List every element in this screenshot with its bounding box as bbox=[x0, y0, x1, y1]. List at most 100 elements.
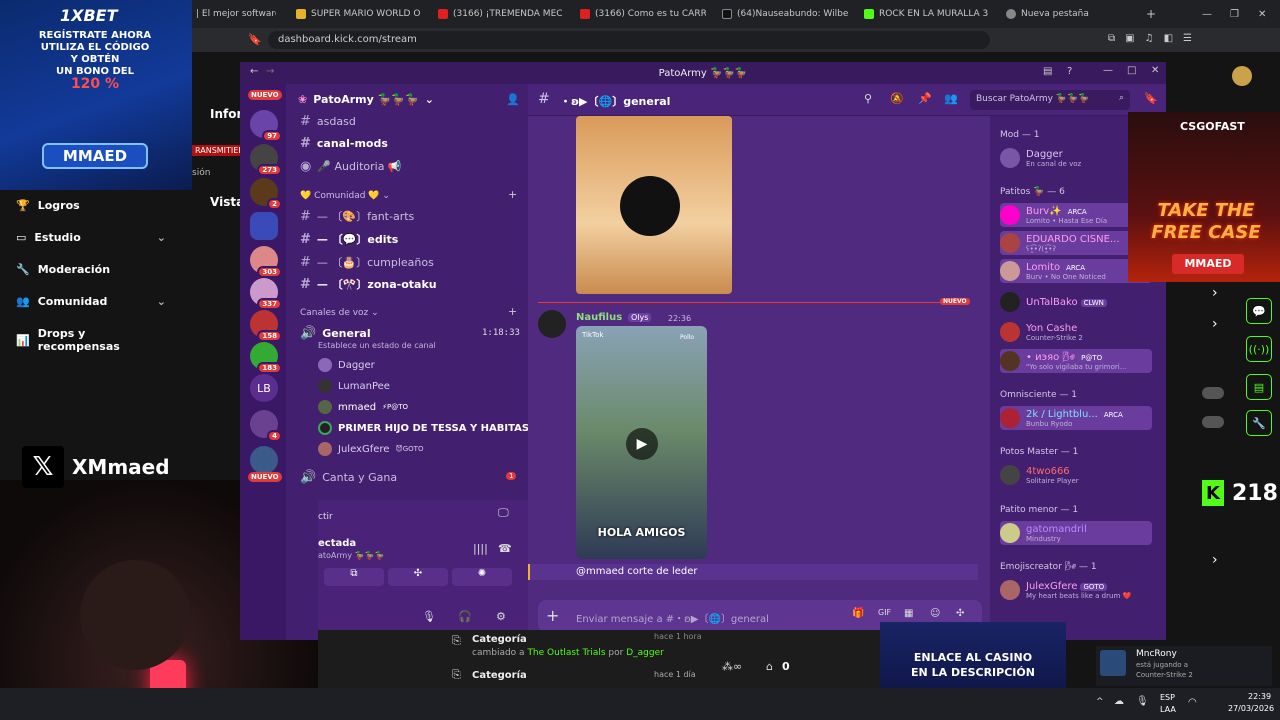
member-item[interactable]: UnTalBako CLWN bbox=[1000, 290, 1160, 314]
language-indicator[interactable]: ESP bbox=[1160, 693, 1175, 702]
category-voice[interactable]: Canales de voz ⌄ bbox=[300, 308, 379, 318]
settings-gear-icon[interactable]: ⚙ bbox=[496, 610, 506, 623]
member-item[interactable]: JulexGfere GOTO My heart beats like a drum… bbox=[1000, 578, 1160, 602]
voice-channel-canta[interactable]: 🔊 Canta y Gana bbox=[300, 470, 397, 485]
maximize-button[interactable]: □ bbox=[1127, 65, 1136, 76]
mute-icon[interactable]: 🔕 bbox=[890, 92, 904, 105]
browser-tab[interactable]: (64)Nauseabundo: Wilber Mc bbox=[722, 4, 848, 24]
author-avatar[interactable] bbox=[538, 310, 566, 338]
sticker-icon[interactable]: ▦ bbox=[904, 608, 913, 619]
server-icon[interactable]: 97 bbox=[250, 110, 282, 142]
wifi-icon[interactable]: ◠ bbox=[1188, 697, 1197, 708]
extensions-icon[interactable]: ⧉ bbox=[1108, 33, 1115, 44]
apps-icon[interactable]: ✣ bbox=[956, 608, 964, 619]
forward-arrow-icon[interactable]: → bbox=[266, 66, 274, 77]
server-icon[interactable]: 2 bbox=[250, 178, 282, 210]
broadcast-button[interactable]: ((·)) bbox=[1246, 336, 1272, 362]
channel-status[interactable]: Establece un estado de canal bbox=[318, 341, 436, 350]
play-button[interactable]: ▶ bbox=[626, 428, 658, 460]
screenshot-icon[interactable]: ▣ bbox=[1125, 33, 1134, 44]
maximize-button[interactable]: ❐ bbox=[1230, 4, 1239, 24]
gif-icon[interactable]: GIF bbox=[878, 608, 891, 617]
inbox-icon[interactable]: ▤ bbox=[1043, 66, 1052, 77]
minimize-button[interactable]: — bbox=[1103, 65, 1113, 76]
server-folder[interactable] bbox=[250, 212, 278, 240]
profile-avatar[interactable] bbox=[1232, 66, 1252, 86]
channel-auditoria[interactable]: ◉ 🎤 Auditoria 📢 bbox=[300, 159, 402, 174]
microphone-icon[interactable]: 🎙 bbox=[422, 610, 436, 623]
browser-tab[interactable]: (3166) ¡TREMENDA MECHA bbox=[438, 4, 562, 24]
server-icon[interactable]: 303 bbox=[250, 246, 282, 278]
headphones-icon[interactable]: 🎧 bbox=[458, 610, 472, 623]
member-list-icon[interactable]: 👥 bbox=[944, 92, 958, 105]
url-field[interactable]: dashboard.kick.com/stream bbox=[268, 31, 990, 49]
member-item[interactable]: • иэяо 🌬 P@TO "Yo solo vigilaba tu grimori… bbox=[1000, 349, 1152, 373]
channel-fant-arts[interactable]: # — 〔🎨〕fant-arts bbox=[300, 208, 414, 224]
chevron-right-icon[interactable]: › bbox=[1212, 285, 1218, 301]
channel-edits[interactable]: # — 〔💬〕edits bbox=[300, 231, 398, 247]
browser-tab[interactable]: Nueva pestaña bbox=[1006, 4, 1116, 24]
nav-comunidad[interactable]: 👥 Comunidad ⌄ bbox=[16, 295, 166, 308]
sidebar-icon[interactable]: ◧ bbox=[1164, 33, 1173, 44]
search-input[interactable]: Buscar PatoArmy 🦆🦆🦆 ⌕ bbox=[970, 90, 1130, 110]
video-attachment[interactable]: TikTok Pollo ▶ HOLA AMIGOS bbox=[576, 326, 707, 559]
member-item[interactable]: 2k / Lightblu... ARCA Bunbu Ryodo bbox=[1000, 406, 1152, 430]
server-icon[interactable]: 337 bbox=[250, 278, 282, 310]
close-button[interactable]: ✕ bbox=[1151, 65, 1159, 76]
browser-tab[interactable]: (3166) Como es tu CARRO si la bbox=[580, 4, 706, 24]
channel-zona-otaku[interactable]: # — 〔🎌〕zona-otaku bbox=[300, 276, 437, 292]
clock-time[interactable]: 22:39 bbox=[1248, 692, 1271, 701]
channel-canal-mods[interactable]: # canal-mods bbox=[300, 136, 388, 151]
voice-user[interactable]: mmaed ⚡P@TO bbox=[318, 400, 408, 414]
nav-moderacion[interactable]: 🔧 Moderación bbox=[16, 263, 166, 276]
bookmark-icon[interactable]: 🔖 bbox=[248, 33, 262, 46]
voice-channel-general[interactable]: 🔊 General bbox=[300, 326, 371, 341]
game-link[interactable]: The Outlast Trials bbox=[527, 648, 605, 658]
server-icon[interactable]: 273 bbox=[250, 144, 282, 176]
help-icon[interactable]: ? bbox=[1067, 66, 1072, 77]
screen-share-icon[interactable]: 🖵 bbox=[498, 506, 509, 520]
new-tab-button[interactable]: + bbox=[1146, 4, 1158, 24]
camera-button[interactable]: ⧉ bbox=[324, 568, 384, 586]
disconnect-icon[interactable]: ☎ bbox=[498, 542, 512, 555]
gift-icon[interactable]: 🎁 bbox=[852, 608, 864, 619]
emoji-icon[interactable]: ☺ bbox=[930, 608, 940, 619]
threads-icon[interactable]: ⚲ bbox=[864, 92, 872, 105]
voice-user[interactable]: LumanPee bbox=[318, 379, 390, 393]
browser-tab[interactable]: SUPER MARIO WORLD ONLIN bbox=[296, 4, 420, 24]
member-item[interactable]: gatomandril Mindustry bbox=[1000, 521, 1152, 545]
server-icon[interactable]: LB bbox=[250, 374, 278, 402]
cat-image-attachment[interactable] bbox=[576, 116, 732, 294]
nav-drops[interactable]: 📊 Drops y recompensas bbox=[16, 327, 166, 353]
category-comunidad[interactable]: 💛 Comunidad 💛 ⌄ bbox=[300, 191, 390, 201]
inbox-icon[interactable]: 🔖 bbox=[1144, 92, 1158, 105]
add-attachment-icon[interactable]: + bbox=[546, 606, 559, 625]
close-button[interactable]: ✕ bbox=[1258, 4, 1266, 24]
voice-user[interactable]: JulexGfere 😈GOTO bbox=[318, 442, 423, 456]
pin-icon[interactable]: 📌 bbox=[918, 92, 932, 105]
browser-tab[interactable]: ROCK EN LA MURALLA 3 | Join bbox=[864, 4, 990, 24]
voice-user[interactable]: PRIMER HIJO DE TESSA Y HABITAS bbox=[318, 421, 529, 435]
server-icon[interactable] bbox=[250, 446, 278, 474]
message-author[interactable]: Naufilus bbox=[576, 312, 622, 323]
cloud-icon[interactable]: ☁ bbox=[1114, 696, 1124, 707]
soundboard-button[interactable]: ✺ bbox=[452, 568, 512, 586]
tray-chevron-icon[interactable]: ^ bbox=[1096, 697, 1104, 707]
wrench-button[interactable]: 🔧 bbox=[1246, 410, 1272, 436]
noise-icon[interactable]: |||| bbox=[473, 542, 488, 555]
server-icon[interactable]: 4 bbox=[250, 410, 282, 442]
member-item[interactable]: Yon Cashe Counter-Strike 2 bbox=[1000, 320, 1160, 344]
add-channel-icon[interactable]: + bbox=[508, 305, 517, 318]
nav-logros[interactable]: 🏆 Logros bbox=[16, 199, 166, 212]
minimize-button[interactable]: — bbox=[1202, 4, 1212, 24]
server-header[interactable]: ❀ PatoArmy 🦆🦆🦆 ⌄ bbox=[298, 93, 434, 106]
menu-icon[interactable]: ☰ bbox=[1183, 33, 1192, 44]
nav-estudio[interactable]: ▭ Estudio ⌄ bbox=[16, 231, 166, 244]
server-icon[interactable]: 158 bbox=[250, 310, 282, 342]
browser-tab[interactable]: | El mejor software par bbox=[196, 4, 276, 24]
server-button[interactable]: ▤ bbox=[1246, 374, 1272, 400]
microphone-icon[interactable]: 🎙 bbox=[1136, 696, 1149, 707]
toggle-switch[interactable] bbox=[1202, 387, 1224, 399]
channel-cumpleanos[interactable]: # — 〔🎂〕cumpleaños bbox=[300, 254, 434, 270]
music-icon[interactable]: ♫ bbox=[1145, 33, 1154, 44]
